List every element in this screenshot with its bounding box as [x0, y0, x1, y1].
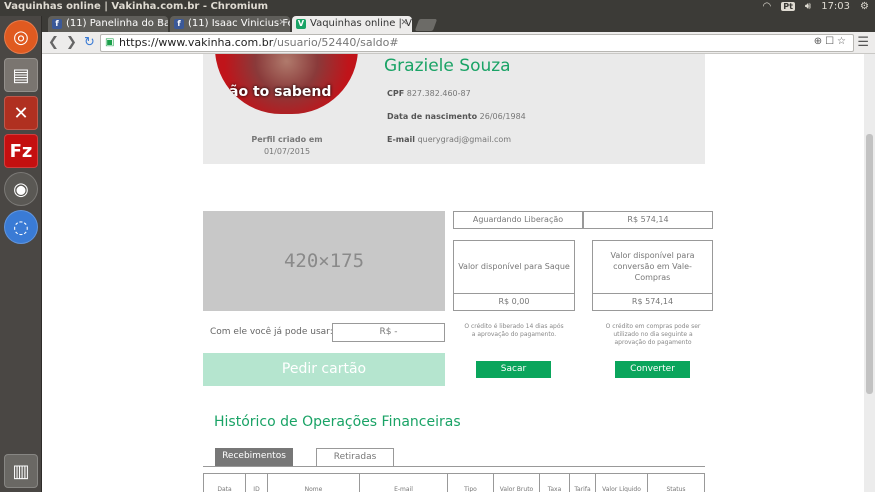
card-use-label: Com ele você já pode usar:	[210, 327, 333, 337]
birthdate-value: 26/06/1984	[479, 112, 526, 121]
card-placeholder-image: 420×175	[203, 211, 445, 311]
browser-tab-bar: f (11) Panelinha do Ba ✕ f (11) Isaac Vi…	[42, 16, 875, 32]
convert-label: Valor disponível para conversão em Vale-…	[592, 240, 713, 294]
email-value: querygradj@gmail.com	[417, 135, 512, 144]
withdraw-label: Valor disponível para Saque	[453, 240, 575, 294]
column-header: Tipo	[448, 474, 494, 492]
vakinha-icon: V	[296, 19, 306, 29]
tab-label: (11) Panelinha do Ba	[66, 18, 168, 29]
settings-tools-icon[interactable]: ✕	[4, 96, 38, 130]
volume-icon[interactable]: 🔊︎	[805, 1, 811, 12]
cpf-label: CPF	[387, 89, 405, 98]
trash-icon[interactable]: ▥	[4, 454, 38, 488]
cpf-value: 827.382.460-87	[406, 89, 471, 98]
lock-icon: ▣	[105, 37, 115, 48]
pending-value: R$ 574,14	[583, 211, 713, 229]
tab-vakinha[interactable]: V Vaquinhas online | V ✕	[292, 16, 412, 32]
pending-label: Aguardando Liberação	[453, 211, 583, 229]
email-label: E-mail	[387, 135, 416, 144]
menu-icon[interactable]: ☰	[857, 35, 869, 50]
card-use-value: R$ -	[332, 323, 445, 342]
reload-icon[interactable]: ↻	[84, 35, 95, 50]
column-header: Status	[666, 486, 686, 492]
gear-icon[interactable]: ⚙	[860, 1, 869, 12]
member-since-label: Perfil criado em	[251, 135, 323, 144]
back-icon[interactable]: ❮	[48, 35, 59, 50]
files-icon[interactable]: ▤	[4, 58, 38, 92]
close-icon[interactable]: ✕	[400, 18, 408, 28]
column-header: Tarifa	[570, 474, 596, 492]
tab-isaac[interactable]: f (11) Isaac Vinicius Fe ✕	[170, 16, 290, 32]
profile-name: Graziele Souza	[384, 56, 511, 76]
convert-value: R$ 574,14	[592, 293, 713, 311]
column-header: Valor Bruto	[494, 474, 540, 492]
history-title: Histórico de Operações Financeiras	[214, 414, 461, 430]
page-viewport: ão to sabend Perfil criado em 01/07/2015…	[42, 54, 864, 492]
withdraw-button[interactable]: Sacar	[476, 361, 551, 378]
window-title: Vaquinhas online | Vakinha.com.br - Chro…	[4, 1, 269, 12]
request-card-button[interactable]: Pedir cartão	[203, 353, 445, 386]
tab-recebimentos[interactable]: Recebimentos	[215, 448, 293, 466]
history-table-header: Data ID Nome E-mail Tipo Valor Bruto Tax…	[203, 473, 705, 492]
email-line: E-mail querygradj@gmail.com	[387, 135, 511, 144]
withdraw-value: R$ 0,00	[453, 293, 575, 311]
birthdate-label: Data de nascimento	[387, 112, 478, 121]
tab-label: (11) Isaac Vinicius Fe	[188, 18, 290, 29]
omnibox-icons[interactable]: ⊕☐☆	[814, 36, 849, 47]
launcher: ◎ ▤ ✕ Fz ◉ ◌ ▥	[0, 16, 42, 492]
column-header: Taxa	[540, 474, 570, 492]
column-header: Nome	[268, 474, 360, 492]
clock[interactable]: 17:03	[821, 1, 850, 12]
cpf-line: CPF 827.382.460-87	[387, 89, 471, 98]
member-since-date: 01/07/2015	[263, 147, 311, 156]
birthdate-line: Data de nascimento 26/06/1984	[387, 112, 526, 121]
column-header: Valor Líquido	[596, 474, 648, 492]
os-top-panel: Vaquinhas online | Vakinha.com.br - Chro…	[0, 0, 875, 16]
facebook-icon: f	[174, 19, 184, 29]
chromium-icon[interactable]: ◌	[4, 210, 38, 244]
convert-note: O crédito em compras pode ser utilizado …	[605, 323, 701, 346]
tab-label: Vaquinhas online | V	[310, 18, 412, 29]
close-icon[interactable]: ✕	[278, 18, 286, 28]
avatar-text: ão to sabend	[229, 84, 332, 100]
withdraw-note: O crédito é liberado 14 dias após a apro…	[464, 323, 564, 338]
url-path: /usuario/52440/saldo#	[273, 36, 399, 49]
ubuntu-logo-icon[interactable]: ◎	[4, 20, 38, 54]
browser-toolbar: ❮ ❯ ↻ ▣ https://www.vakinha.com.br/usuar…	[42, 32, 875, 54]
url-host: https://www.vakinha.com.br	[119, 36, 274, 49]
member-since: Perfil criado em 01/07/2015	[237, 134, 337, 158]
tab-panelinha[interactable]: f (11) Panelinha do Ba ✕	[48, 16, 168, 32]
system-tray: ◠ Pt 🔊︎ 17:03 ⚙	[762, 1, 869, 12]
facebook-icon: f	[52, 19, 62, 29]
filezilla-icon[interactable]: Fz	[4, 134, 38, 168]
forward-icon[interactable]: ❯	[66, 35, 77, 50]
wifi-icon[interactable]: ◠	[762, 1, 771, 12]
disc-icon[interactable]: ◉	[4, 172, 38, 206]
convert-button[interactable]: Converter	[615, 361, 690, 378]
keyboard-layout-indicator[interactable]: Pt	[781, 2, 795, 11]
tab-retiradas[interactable]: Retiradas	[316, 448, 394, 466]
tabs-divider	[203, 466, 705, 467]
scrollbar-thumb[interactable]	[866, 134, 873, 394]
column-header: Data	[204, 474, 246, 492]
page-scrollbar[interactable]	[864, 54, 875, 492]
address-bar[interactable]: ▣ https://www.vakinha.com.br/usuario/524…	[100, 34, 854, 52]
close-icon[interactable]: ✕	[156, 18, 164, 28]
new-tab-button[interactable]	[414, 19, 438, 31]
column-header: E-mail	[360, 474, 448, 492]
column-header: ID	[246, 474, 268, 492]
